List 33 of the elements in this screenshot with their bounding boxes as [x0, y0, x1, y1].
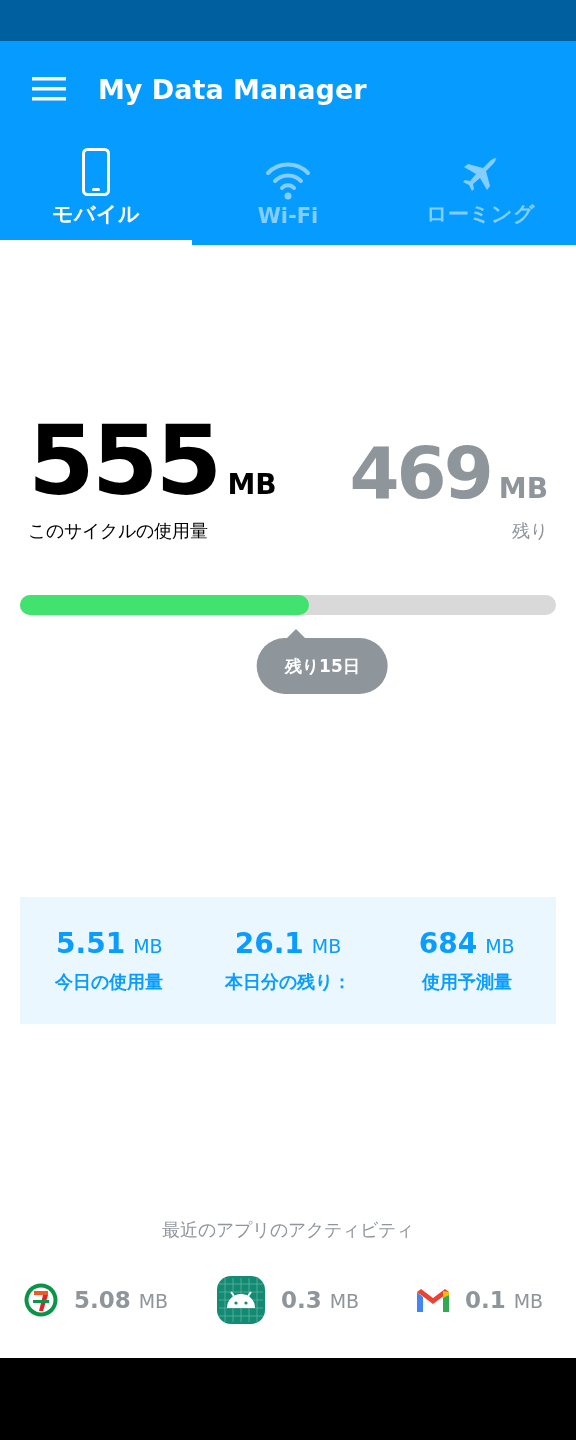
used-unit: MB — [227, 468, 277, 501]
tab[interactable]: ローミング — [384, 137, 576, 245]
stat-value: 5.51 — [56, 927, 126, 960]
app-usage-unit: MB — [138, 1290, 169, 1312]
app-usage-value: 0.3 — [280, 1287, 322, 1313]
stat-value: 26.1 — [234, 927, 304, 960]
store-logo-icon — [23, 1283, 58, 1317]
remaining-label: 残り — [512, 519, 548, 543]
stat-unit: MB — [133, 935, 163, 957]
stat-label: 今日の使用量 — [55, 970, 164, 994]
used-amount: 555 — [28, 413, 220, 509]
app-title: My Data Manager — [98, 73, 367, 105]
app-usage-unit: MB — [329, 1290, 360, 1312]
app-usage-unit: MB — [513, 1290, 544, 1312]
stat-label: 本日分の残り： — [225, 970, 351, 994]
used-label: このサイクルの使用量 — [28, 519, 208, 543]
stat-value: 684 — [418, 927, 478, 960]
tab[interactable]: モバイル — [0, 137, 192, 245]
stat-label: 使用予測量 — [421, 970, 512, 994]
stat-unit: MB — [311, 935, 342, 957]
tab[interactable]: Wi-Fi — [192, 137, 384, 245]
wifi-icon — [265, 160, 311, 200]
mail-icon — [416, 1288, 449, 1312]
app-usage-value: 5.08 — [73, 1287, 131, 1313]
days-left-tooltip: 残り15日 — [257, 638, 388, 694]
remaining-amount: 469 — [349, 437, 491, 509]
stat-unit: MB — [485, 935, 515, 957]
section-title: 最近のアプリのアクティビティ — [162, 1218, 414, 1242]
menu-icon[interactable] — [32, 77, 66, 101]
remaining-unit: MB — [498, 472, 548, 505]
phone-icon — [82, 148, 110, 196]
app-usage-value: 0.1 — [464, 1287, 506, 1313]
android-icon — [216, 1276, 265, 1324]
